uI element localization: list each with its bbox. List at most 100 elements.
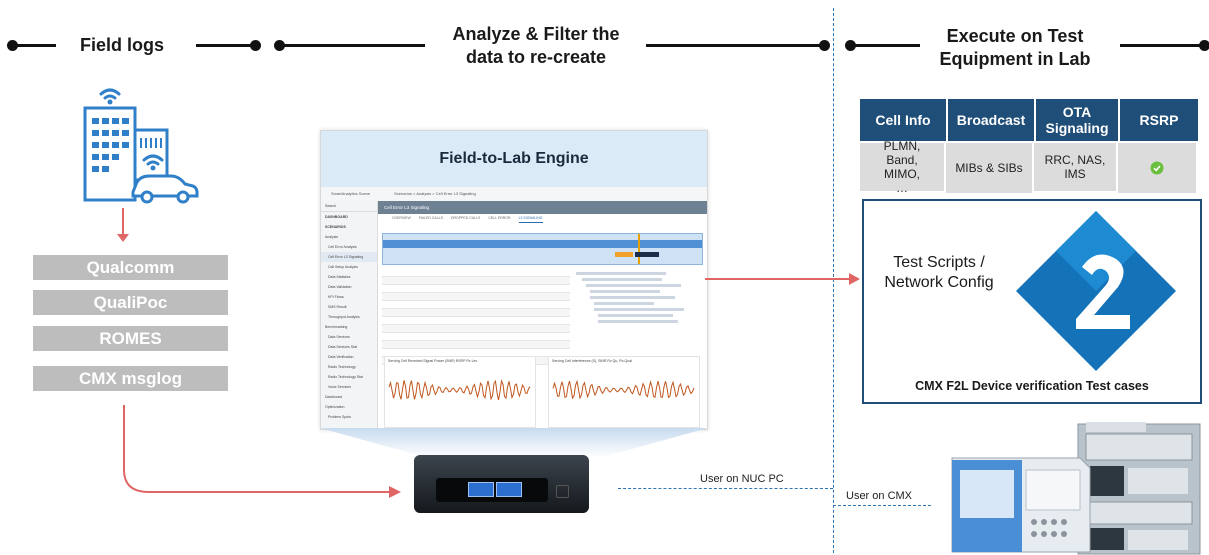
- arrow-down-icon: [117, 208, 129, 242]
- table-row: PLMN, Band, MIMO, … MIBs & SIBs RRC, NAS…: [860, 139, 1200, 195]
- header-line: [279, 44, 425, 47]
- check-circle-icon: [1150, 161, 1164, 175]
- sidebar-item[interactable]: Data Statistics: [321, 272, 377, 282]
- field-to-lab-engine-screen: Field-to-Lab Engine SmartAnalytics Scene…: [320, 130, 708, 430]
- nuc-connection-line: [618, 488, 833, 489]
- timeline-panel: [382, 233, 703, 265]
- line-dot: [819, 40, 830, 51]
- test-scripts-line-1: Test Scripts /: [893, 254, 985, 271]
- sidebar-item[interactable]: SMS Result: [321, 302, 377, 312]
- header-line: [1120, 44, 1200, 47]
- chart-title: Serving Cell Received Signal Power (SNR)…: [388, 359, 478, 363]
- table-cell: RRC, NAS, IMS: [1034, 141, 1118, 191]
- building-icon: [83, 88, 199, 204]
- sidebar-item[interactable]: Data Services: [321, 332, 377, 342]
- analyze-header: Analyze & Filter the data to re-create: [428, 23, 644, 69]
- timeline-highlight: [615, 252, 633, 257]
- sidebar-item[interactable]: Throughput Analysis: [321, 312, 377, 322]
- sinr-chart-plot: [552, 379, 695, 400]
- breadcrumb: Scenarios > Analysis > Cell Error L3 Sig…: [394, 191, 476, 196]
- sidebar-item[interactable]: SCENARIOS: [321, 222, 377, 232]
- capability-table: Cell Info Broadcast OTA Signaling RSRP P…: [860, 99, 1200, 195]
- test-scripts-line-2: Network Config: [884, 274, 994, 291]
- source-box-qualipoc: QualiPoc: [33, 290, 228, 315]
- sidebar-item[interactable]: KPI Flows: [321, 292, 377, 302]
- subtab[interactable]: L3 SIGNALING: [518, 214, 543, 223]
- sidebar-item[interactable]: Problem Spots: [321, 412, 377, 422]
- subtab[interactable]: CELL ERROR: [488, 214, 510, 223]
- app-topbar: SmartAnalytics Scene Scenarios > Analysi…: [321, 187, 707, 202]
- chart-title: Serving Cell Interference (S), SINR Rx Q…: [552, 359, 632, 363]
- table-header: Cell Info: [860, 99, 948, 141]
- subtab[interactable]: FAILED CALLS: [419, 214, 443, 223]
- sidebar-item[interactable]: Radio Technology: [321, 362, 377, 372]
- sidebar-item[interactable]: DASHBOARD: [321, 212, 377, 222]
- tab-title: Cell Error L3 Signaling: [378, 201, 707, 214]
- table-cell: [1118, 141, 1196, 193]
- logo-icon: [1016, 211, 1176, 371]
- header-line: [196, 44, 256, 47]
- table-header: OTA Signaling: [1036, 99, 1120, 141]
- table-row[interactable]: [382, 277, 570, 285]
- sidebar-item[interactable]: Data Verification: [321, 352, 377, 362]
- sinr-chart: Serving Cell Interference (S), SINR Rx Q…: [548, 356, 700, 428]
- header-line: [850, 44, 920, 47]
- subtab-bar: OVERVIEW FAILED CALLS DROPPED CALLS CELL…: [378, 214, 707, 223]
- source-box-romes: ROMES: [33, 326, 228, 351]
- sidebar-item[interactable]: Cell Error L3 Signaling: [321, 252, 377, 262]
- header-line: [12, 44, 56, 47]
- sidebar-item[interactable]: Dashboard: [321, 392, 377, 402]
- sidebar-item[interactable]: Call Setup Analysis: [321, 262, 377, 272]
- usb-port: [468, 482, 494, 497]
- table-row[interactable]: [382, 325, 570, 333]
- table-row[interactable]: [382, 293, 570, 301]
- sidebar-item[interactable]: Benchmarking: [321, 322, 377, 332]
- subtab[interactable]: OVERVIEW: [392, 214, 411, 223]
- table-header: Broadcast: [948, 99, 1036, 141]
- sidebar-item[interactable]: Cell Error Analysis: [321, 242, 377, 252]
- sidebar-item[interactable]: Data Services Stat: [321, 342, 377, 352]
- sidebar-item[interactable]: Analysis: [321, 232, 377, 242]
- table-row[interactable]: [382, 309, 570, 317]
- execute-header: Execute on Test Equipment in Lab: [925, 25, 1105, 71]
- test-cases-panel: Test Scripts / Network Config CMX F2L De…: [862, 199, 1202, 404]
- table-row[interactable]: [382, 269, 570, 277]
- cmx-user-label: User on CMX: [846, 490, 913, 502]
- table-row[interactable]: [382, 285, 570, 293]
- source-box-cmx-msglog: CMX msglog: [33, 366, 228, 391]
- test-cases-caption: CMX F2L Device verification Test cases: [915, 379, 1149, 393]
- search-input[interactable]: Search: [321, 201, 377, 212]
- sidebar-item[interactable]: Data Validation: [321, 282, 377, 292]
- header-line: [646, 44, 824, 47]
- power-button: [556, 485, 569, 498]
- table-row[interactable]: [382, 333, 570, 341]
- app-main: Cell Error L3 Signaling OVERVIEW FAILED …: [378, 201, 707, 429]
- rsrp-chart-plot: [388, 379, 531, 401]
- wifi-icon: [99, 88, 121, 100]
- table-row[interactable]: [382, 301, 570, 309]
- table-row[interactable]: [382, 317, 570, 325]
- source-box-qualcomm: Qualcomm: [33, 255, 228, 280]
- app-sidebar: Search DASHBOARD SCENARIOS Analysis Cell…: [321, 201, 378, 429]
- usb-port: [496, 482, 522, 497]
- sidebar-item[interactable]: Radio Technology Stat: [321, 372, 377, 382]
- nuc-pc-icon: [414, 455, 589, 513]
- subtab[interactable]: DROPPED CALLS: [451, 214, 480, 223]
- app-name: SmartAnalytics Scene: [331, 191, 371, 196]
- timeline-band: [383, 240, 702, 248]
- table-row[interactable]: [382, 341, 570, 349]
- rsrp-chart: Serving Cell Received Signal Power (SNR)…: [384, 356, 536, 428]
- signaling-table: [382, 269, 570, 365]
- line-dot: [1199, 40, 1209, 51]
- field-logs-header: Field logs: [79, 35, 164, 55]
- table-cell: PLMN, Band, MIMO, …: [860, 139, 946, 195]
- line-dot: [250, 40, 261, 51]
- message-tree-panel: [576, 269, 702, 349]
- execute-line-1: Execute on Test: [946, 26, 1084, 46]
- arrow-to-test-panel: [705, 273, 860, 285]
- sidebar-item[interactable]: Voice Services: [321, 382, 377, 392]
- cmx-equipment-icon: [951, 422, 1201, 555]
- sidebar-item[interactable]: Optimization: [321, 402, 377, 412]
- engine-title: Field-to-Lab Engine: [321, 131, 707, 187]
- execute-line-2: Equipment in Lab: [939, 49, 1091, 69]
